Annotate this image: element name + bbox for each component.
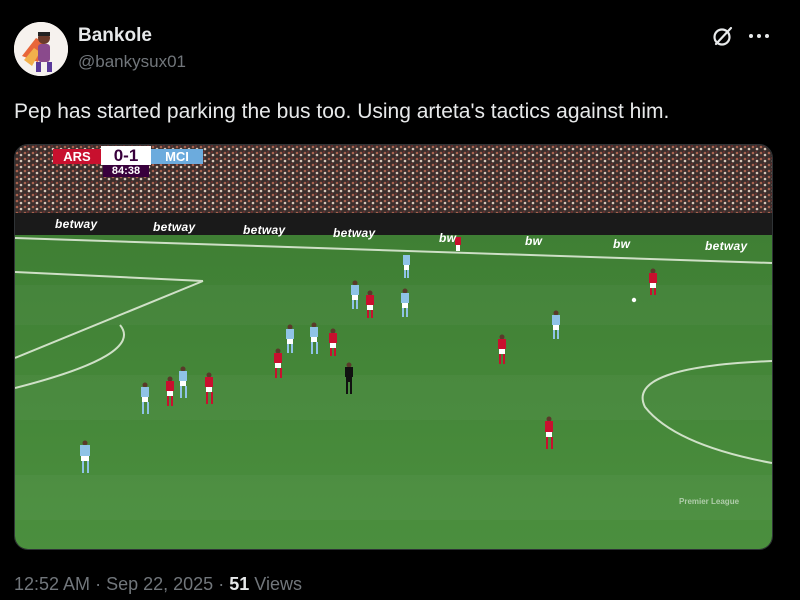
tweet-text: Pep has started parking the bus too. Usi… [14, 100, 670, 123]
ad-board-text: bw [525, 234, 543, 248]
scoreboard-clock: 84:38 [103, 165, 149, 177]
more-icon[interactable] [746, 26, 772, 46]
football-match-image [15, 145, 772, 549]
user-handle[interactable]: @bankysux01 [78, 52, 186, 72]
scoreboard-score: 0-1 [101, 146, 151, 165]
grok-icon[interactable] [711, 24, 735, 48]
premier-league-watermark: Premier League [679, 497, 740, 506]
ad-board-text: bw [439, 231, 457, 245]
views-label: Views [254, 574, 302, 594]
views-count: 51 [229, 574, 250, 594]
tweet-media-image[interactable]: ARS 0-1 MCI 84:38 betway betway betway b… [14, 144, 773, 550]
separator: · [218, 574, 225, 594]
tweet-date[interactable]: Sep 22, 2025 [106, 574, 213, 594]
ad-board-text: betway [333, 226, 376, 240]
ad-board-text: betway [153, 220, 196, 234]
tweet-meta: 12:52 AM · Sep 22, 2025 · 51 Views [14, 574, 302, 595]
ad-board-text: betway [243, 223, 286, 237]
separator: · [95, 574, 102, 594]
ad-board-text: betway [705, 239, 748, 253]
tweet-time[interactable]: 12:52 AM [14, 574, 90, 594]
scoreboard-home: ARS [53, 149, 101, 164]
display-name[interactable]: Bankole [78, 25, 152, 47]
avatar-illustration [14, 22, 68, 76]
tweet: Bankole @bankysux01 Pep has started park… [0, 0, 800, 600]
ball [631, 297, 637, 303]
scoreboard-away: MCI [151, 149, 203, 164]
ad-board-text: betway [55, 217, 98, 231]
avatar[interactable] [14, 22, 68, 76]
ad-boards [15, 213, 772, 237]
ad-board-text: bw [613, 237, 631, 251]
